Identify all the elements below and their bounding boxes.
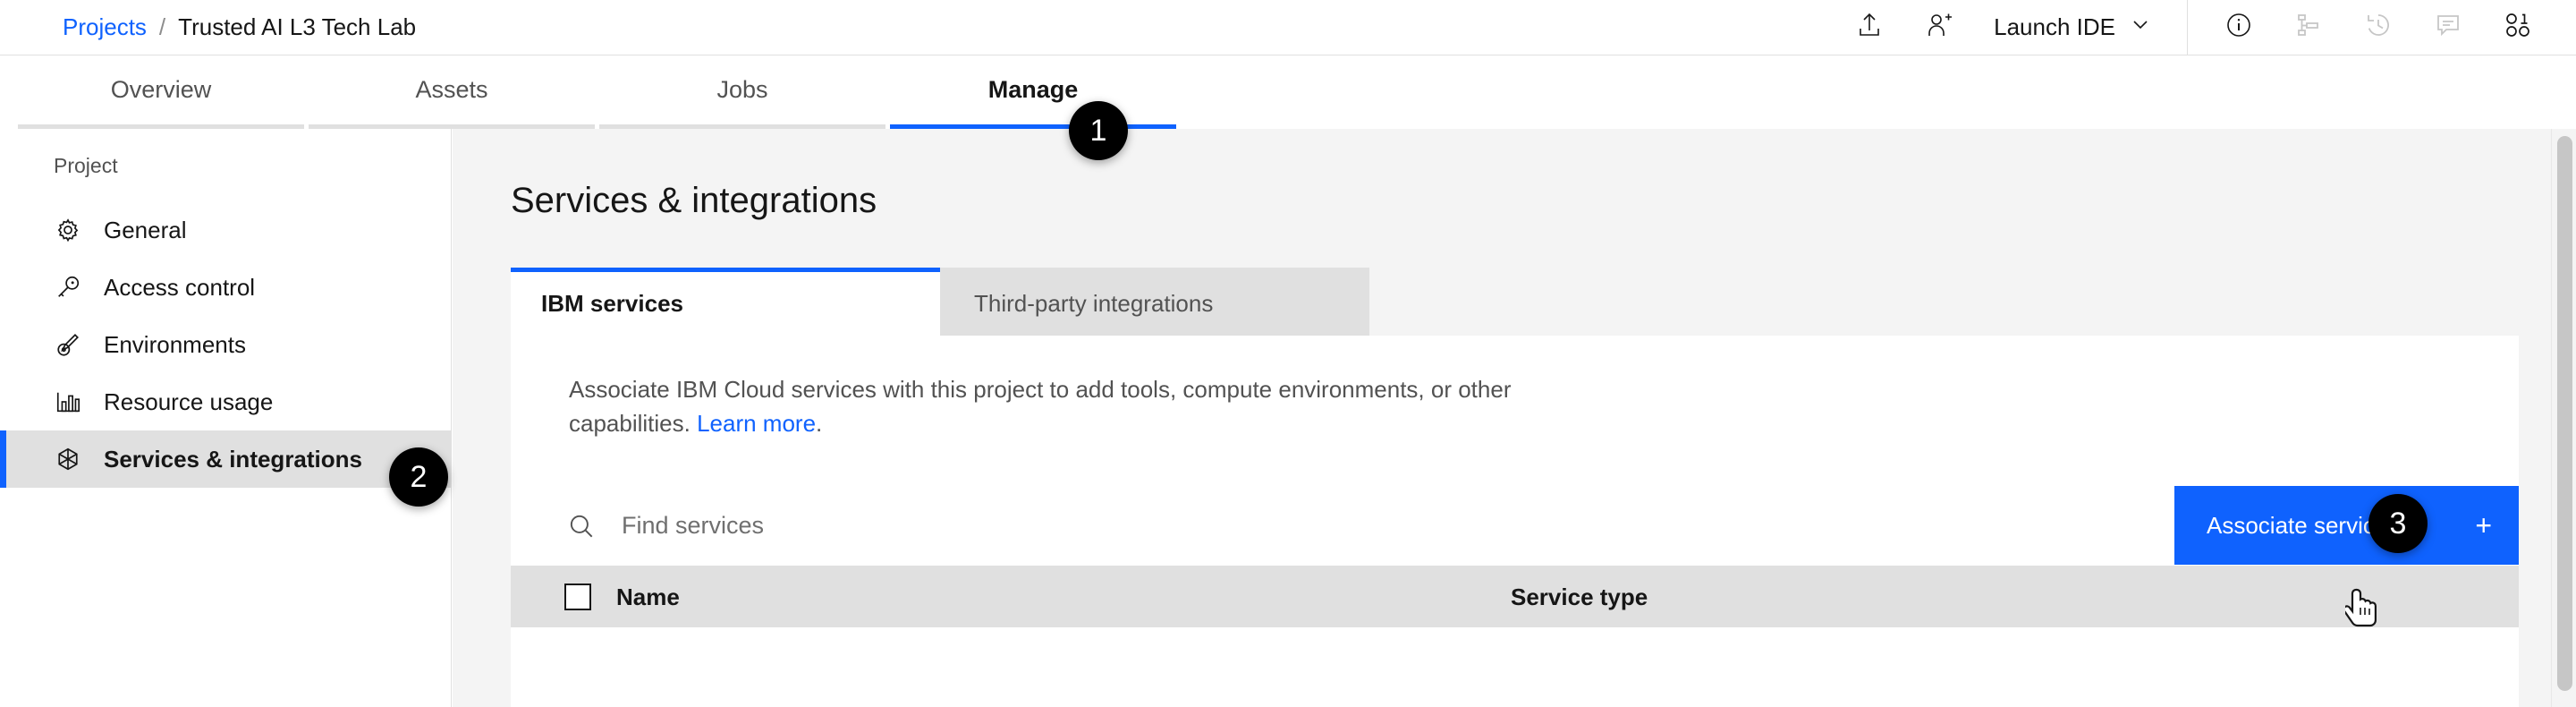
sidebar-item-resource-usage-label: Resource usage — [104, 388, 273, 416]
header-divider — [2187, 0, 2188, 55]
comment-icon — [2434, 11, 2462, 44]
panel-description: Associate IBM Cloud services with this p… — [511, 336, 1584, 440]
panel-description-suffix: . — [816, 410, 822, 437]
sidebar-item-general[interactable]: General — [0, 201, 451, 259]
binary-data-icon — [2503, 10, 2533, 45]
breadcrumb: Projects / Trusted AI L3 Tech Lab — [63, 13, 416, 41]
subtab-ibm-services-label: IBM services — [541, 290, 683, 318]
top-header-bar: Projects / Trusted AI L3 Tech Lab — [0, 0, 2576, 55]
sidebar-item-environments-label: Environments — [104, 331, 246, 359]
launch-ide-dropdown[interactable]: Launch IDE — [1974, 0, 2174, 55]
services-subtab-bar: IBM services Third-party integrations — [511, 268, 1369, 336]
subtab-third-party-integrations-label: Third-party integrations — [974, 290, 1213, 318]
plus-icon: + — [2475, 511, 2492, 540]
tab-overview-label: Overview — [111, 76, 212, 104]
information-button[interactable] — [2204, 0, 2274, 55]
key-icon — [54, 273, 82, 302]
history-icon — [2364, 11, 2393, 44]
information-icon — [2224, 11, 2253, 44]
environment-tag-icon — [54, 330, 82, 359]
step-badge-2: 2 — [389, 447, 448, 507]
hierarchy-button[interactable] — [2274, 0, 2343, 55]
gear-icon — [54, 216, 82, 244]
sidebar-item-general-label: General — [104, 217, 187, 244]
sidebar-heading: Project — [0, 154, 451, 178]
header-actions: Launch IDE — [1835, 0, 2576, 55]
breadcrumb-current-project: Trusted AI L3 Tech Lab — [178, 13, 416, 41]
main-tab-bar: Overview Assets Jobs Manage — [0, 55, 2576, 129]
services-panel: Associate IBM Cloud services with this p… — [511, 336, 2519, 707]
upload-button[interactable] — [1835, 0, 1904, 55]
services-table-header: Name Service type — [511, 566, 2519, 627]
launch-ide-label: Launch IDE — [1994, 13, 2115, 41]
page-title: Services & integrations — [511, 181, 2576, 221]
breadcrumb-separator: / — [159, 13, 165, 41]
step-badge-3: 3 — [2368, 494, 2428, 553]
tab-manage-label: Manage — [988, 76, 1079, 104]
chevron-down-icon — [2130, 13, 2151, 41]
tab-jobs-label: Jobs — [716, 76, 767, 104]
hierarchy-icon — [2294, 11, 2323, 44]
column-header-name: Name — [616, 583, 1511, 611]
main-content-area: Services & integrations IBM services Thi… — [453, 129, 2576, 707]
tab-overview[interactable]: Overview — [18, 55, 304, 129]
sidebar-item-services-integrations[interactable]: Services & integrations — [0, 430, 451, 488]
subtab-third-party-integrations[interactable]: Third-party integrations — [940, 268, 1369, 336]
column-header-service-type: Service type — [1511, 583, 1648, 611]
application-window: Projects / Trusted AI L3 Tech Lab — [0, 0, 2576, 707]
tab-manage[interactable]: Manage — [890, 55, 1176, 129]
project-sidebar: Project General Access control — [0, 129, 452, 707]
tab-assets[interactable]: Assets — [309, 55, 595, 129]
search-icon — [566, 511, 597, 541]
tab-jobs[interactable]: Jobs — [599, 55, 886, 129]
upload-icon — [1855, 11, 1884, 44]
search-input[interactable] — [622, 512, 1874, 540]
binary-data-button[interactable] — [2483, 0, 2553, 55]
sidebar-item-access-control-label: Access control — [104, 274, 255, 302]
step-badge-1: 1 — [1069, 101, 1128, 160]
breadcrumb-projects-link[interactable]: Projects — [63, 13, 147, 41]
sidebar-item-environments[interactable]: Environments — [0, 316, 451, 373]
subtab-ibm-services[interactable]: IBM services — [511, 268, 940, 336]
add-user-button[interactable] — [1904, 0, 1974, 55]
tab-assets-label: Assets — [415, 76, 487, 104]
sidebar-item-resource-usage[interactable]: Resource usage — [0, 373, 451, 430]
associate-service-button[interactable]: Associate service + — [2174, 486, 2519, 565]
add-user-icon — [1925, 11, 1953, 44]
comment-button[interactable] — [2413, 0, 2483, 55]
select-all-checkbox[interactable] — [564, 583, 591, 610]
vertical-scrollbar-thumb[interactable] — [2557, 136, 2572, 691]
sidebar-item-services-integrations-label: Services & integrations — [104, 446, 362, 473]
learn-more-link[interactable]: Learn more — [697, 410, 816, 437]
associate-service-label: Associate service — [2207, 512, 2387, 540]
hexagon-services-icon — [54, 445, 82, 473]
history-button[interactable] — [2343, 0, 2413, 55]
bar-chart-icon — [54, 388, 82, 416]
sidebar-item-access-control[interactable]: Access control — [0, 259, 451, 316]
vertical-scrollbar-track[interactable] — [2551, 129, 2576, 707]
